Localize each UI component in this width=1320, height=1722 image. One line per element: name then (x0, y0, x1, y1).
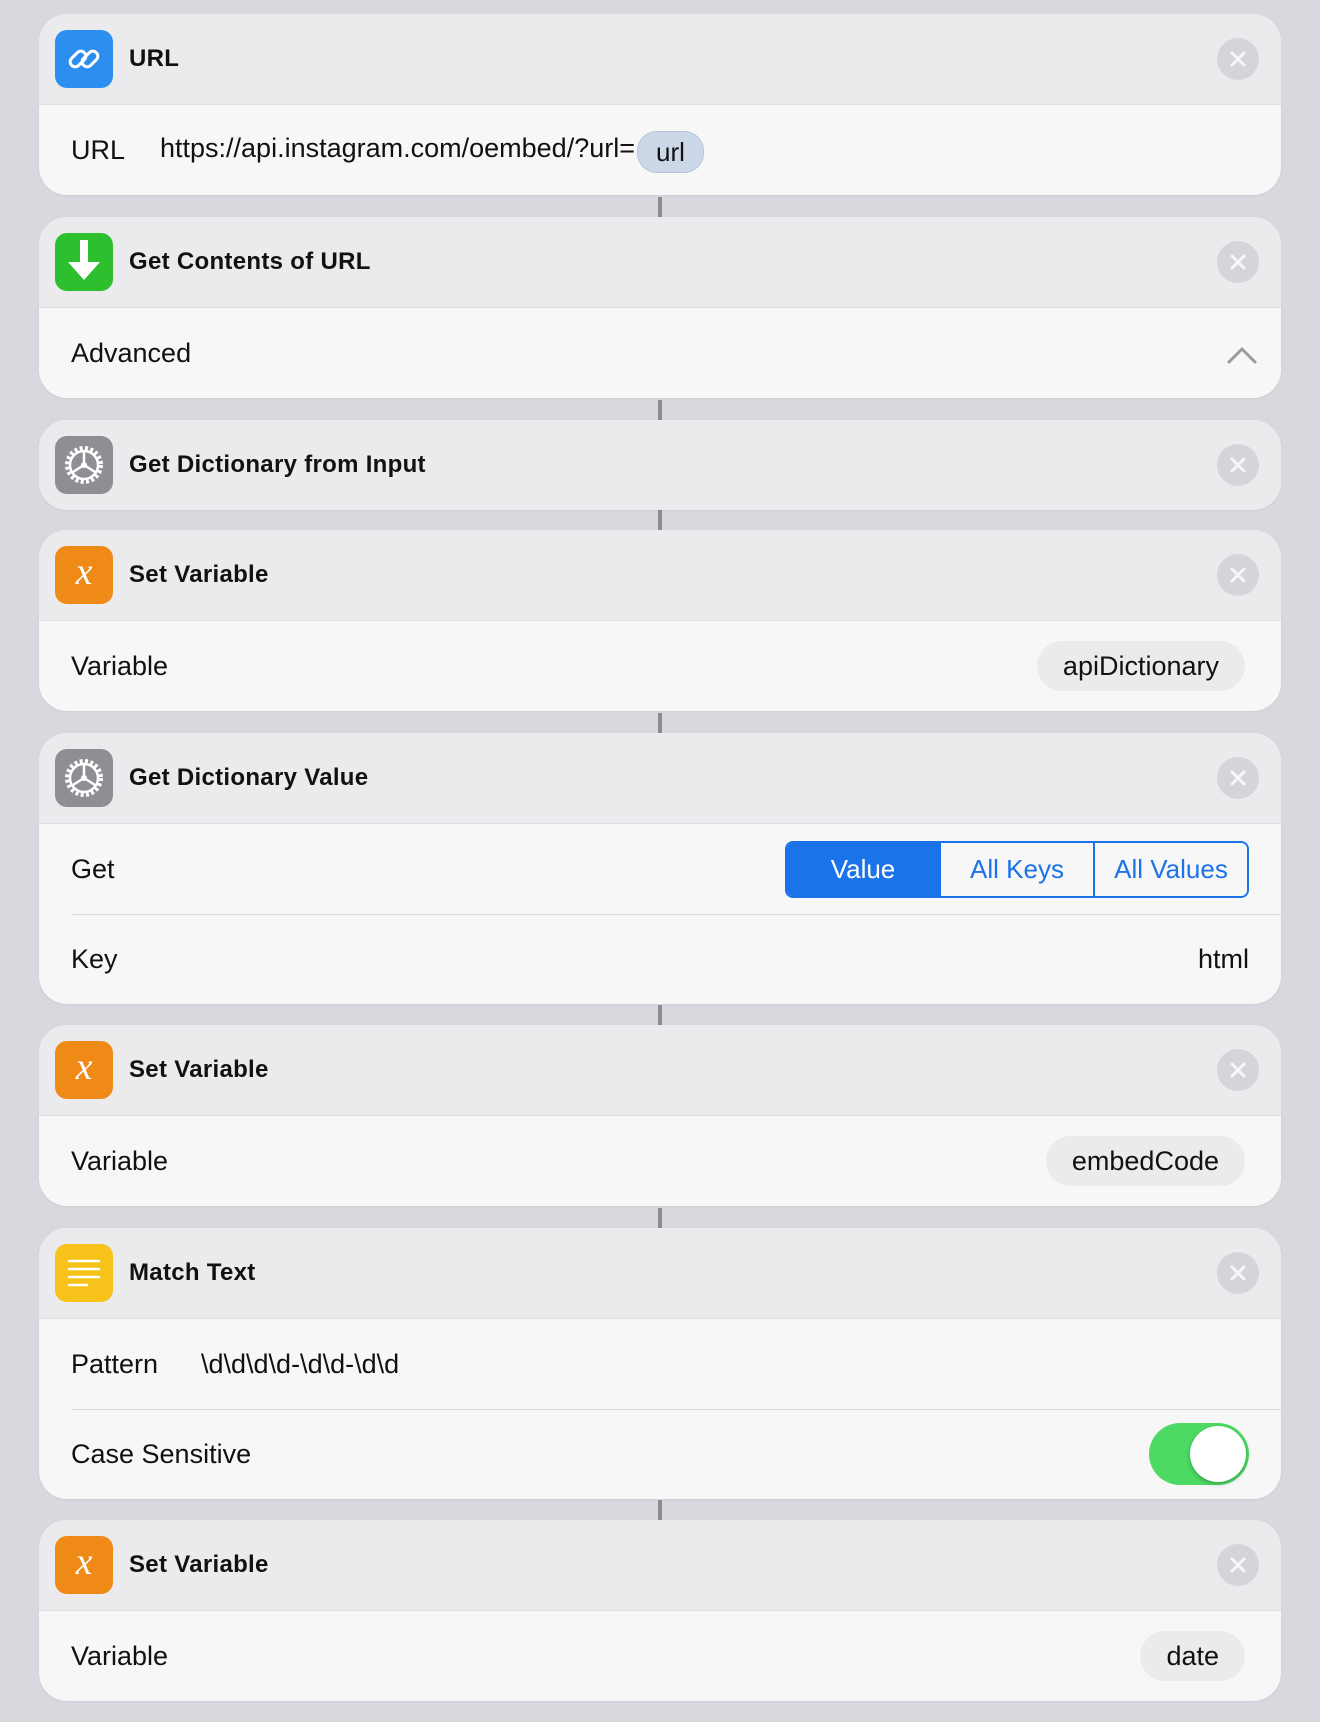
variable-row: Variable embedCode (39, 1116, 1281, 1206)
segment-all-keys[interactable]: All Keys (939, 842, 1093, 896)
get-label: Get (71, 853, 115, 884)
url-action-header[interactable]: URL (39, 14, 1281, 105)
variable-row: Variable apiDictionary (39, 621, 1281, 711)
set-variable-action-card: x Set Variable Variable embedCode (39, 1025, 1281, 1206)
set-variable-header[interactable]: x Set Variable (39, 1520, 1281, 1611)
case-sensitive-row: Case Sensitive (39, 1409, 1281, 1499)
url-field[interactable]: https://api.instagram.com/oembed/?url= ur… (160, 129, 704, 173)
variable-label: Variable (71, 650, 169, 681)
action-title: Set Variable (129, 1551, 269, 1578)
close-icon[interactable] (1217, 38, 1259, 80)
case-sensitive-toggle[interactable] (1149, 1423, 1249, 1485)
action-title: Set Variable (129, 1056, 269, 1083)
close-icon[interactable] (1217, 757, 1259, 799)
connector (658, 1500, 662, 1520)
url-action-card: URL URL https://api.instagram.com/oembed… (39, 14, 1281, 195)
segment-value[interactable]: Value (787, 842, 939, 896)
key-field[interactable]: html (1198, 944, 1249, 975)
link-icon (55, 30, 113, 88)
action-title: Get Dictionary from Input (129, 451, 426, 478)
advanced-row[interactable]: Advanced (39, 308, 1281, 398)
chevron-up-icon[interactable] (1227, 340, 1257, 371)
connector (658, 400, 662, 420)
pattern-field[interactable]: \d\d\d\d-\d\d-\d\d (201, 1349, 399, 1380)
connector (658, 1005, 662, 1025)
key-row: Key html (39, 914, 1281, 1004)
get-dictionary-action-card: Get Dictionary from Input (39, 420, 1281, 510)
action-title: Get Contents of URL (129, 248, 371, 275)
variable-name-pill[interactable]: date (1140, 1631, 1245, 1681)
variable-x-icon: x (55, 1536, 113, 1594)
get-dictionary-value-header[interactable]: Get Dictionary Value (39, 733, 1281, 824)
get-row: Get Value All Keys All Values (39, 824, 1281, 914)
case-sensitive-label: Case Sensitive (71, 1438, 252, 1469)
variable-row: Variable date (39, 1611, 1281, 1701)
action-title: Get Dictionary Value (129, 764, 369, 791)
variable-x-icon: x (55, 546, 113, 604)
variable-name-pill[interactable]: embedCode (1045, 1136, 1245, 1186)
set-variable-action-card: x Set Variable Variable date (39, 1520, 1281, 1701)
gear-icon (55, 749, 113, 807)
close-icon[interactable] (1217, 1049, 1259, 1091)
connector (658, 197, 662, 217)
close-icon[interactable] (1217, 444, 1259, 486)
set-variable-header[interactable]: x Set Variable (39, 1025, 1281, 1116)
set-variable-header[interactable]: x Set Variable (39, 530, 1281, 621)
action-title: URL (129, 45, 180, 72)
match-text-action-card: Match Text Pattern \d\d\d\d-\d\d-\d\d Ca… (39, 1228, 1281, 1499)
get-dictionary-value-action-card: Get Dictionary Value Get Value All Keys … (39, 733, 1281, 1004)
action-title: Set Variable (129, 561, 269, 588)
variable-label: Variable (71, 1640, 169, 1671)
get-segmented-control: Value All Keys All Values (785, 840, 1249, 898)
text-lines-icon (55, 1244, 113, 1302)
close-icon[interactable] (1217, 1252, 1259, 1294)
key-label: Key (71, 943, 118, 974)
close-icon[interactable] (1217, 554, 1259, 596)
close-icon[interactable] (1217, 1544, 1259, 1586)
url-text: https://api.instagram.com/oembed/?url= (160, 133, 635, 164)
gear-icon (55, 436, 113, 494)
action-title: Match Text (129, 1259, 256, 1286)
variable-label: Variable (71, 1145, 169, 1176)
url-label: URL (71, 134, 126, 165)
toggle-knob (1190, 1426, 1246, 1482)
advanced-label: Advanced (71, 337, 192, 368)
connector (658, 510, 662, 530)
download-arrow-icon (55, 233, 113, 291)
url-variable-token[interactable]: url (637, 131, 704, 173)
connector (658, 713, 662, 733)
match-text-header[interactable]: Match Text (39, 1228, 1281, 1319)
get-contents-header[interactable]: Get Contents of URL (39, 217, 1281, 308)
variable-x-icon: x (55, 1041, 113, 1099)
get-dictionary-header[interactable]: Get Dictionary from Input (39, 420, 1281, 510)
pattern-label: Pattern (71, 1348, 159, 1379)
close-icon[interactable] (1217, 241, 1259, 283)
set-variable-action-card: x Set Variable Variable apiDictionary (39, 530, 1281, 711)
url-row: URL https://api.instagram.com/oembed/?ur… (39, 105, 1281, 195)
get-contents-action-card: Get Contents of URL Advanced (39, 217, 1281, 398)
pattern-row: Pattern \d\d\d\d-\d\d-\d\d (39, 1319, 1281, 1409)
segment-all-values[interactable]: All Values (1093, 842, 1247, 896)
connector (658, 1208, 662, 1228)
variable-name-pill[interactable]: apiDictionary (1036, 641, 1245, 691)
